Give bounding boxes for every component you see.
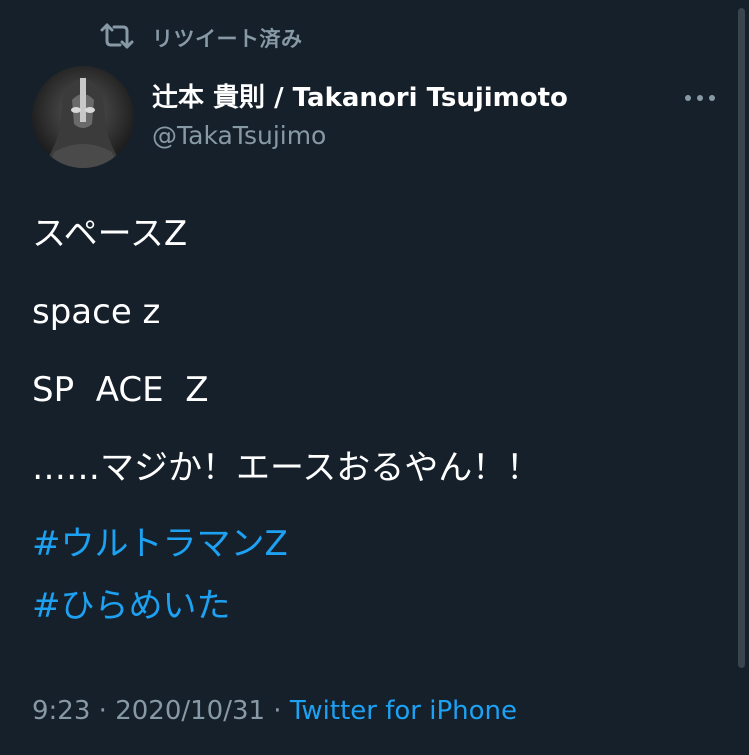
tweet-line: SP ACE Z (32, 370, 209, 410)
meta-separator: · (90, 696, 116, 726)
tweet-line: スペースZ (32, 214, 188, 254)
meta-separator: · (265, 696, 290, 726)
retweet-label: リツイート済み (152, 27, 303, 51)
author-display-name[interactable]: 辻本 貴則 / Takanori Tsujimoto (152, 80, 568, 116)
avatar[interactable] (32, 66, 134, 168)
hashtag-link[interactable]: #ウルトラマンZ (32, 524, 712, 564)
tweet-line: space z (32, 292, 161, 332)
hashtag-link[interactable]: #ひらめいた (32, 586, 712, 626)
retweet-indicator[interactable]: リツイート済み (100, 22, 303, 54)
hashtag-list: #ウルトラマンZ #ひらめいた (32, 524, 712, 626)
author-block[interactable]: 辻本 貴則 / Takanori Tsujimoto @TakaTsujimo (152, 80, 568, 154)
tweet-meta: 9:23 · 2020/10/31 · Twitter for iPhone (32, 693, 517, 729)
author-handle[interactable]: @TakaTsujimo (152, 118, 568, 154)
tweet-date[interactable]: 2020/10/31 (115, 696, 265, 726)
scrollbar[interactable] (738, 8, 745, 668)
more-horizontal-icon (684, 95, 716, 114)
tweet-line: ……マジか！エースおるやん！！ (32, 448, 541, 488)
tweet-time[interactable]: 9:23 (32, 696, 90, 726)
more-options-button[interactable] (684, 86, 716, 110)
tweet-source-link[interactable]: Twitter for iPhone (290, 696, 517, 726)
tweet-text: スペースZ space z SP ACE Z ……マジか！エースおるやん！！ #… (32, 214, 712, 648)
retweet-icon (100, 21, 134, 55)
tweet-detail-view: リツイート済み 辻本 貴則 / Takanori Tsujimoto @Taka… (0, 0, 749, 755)
